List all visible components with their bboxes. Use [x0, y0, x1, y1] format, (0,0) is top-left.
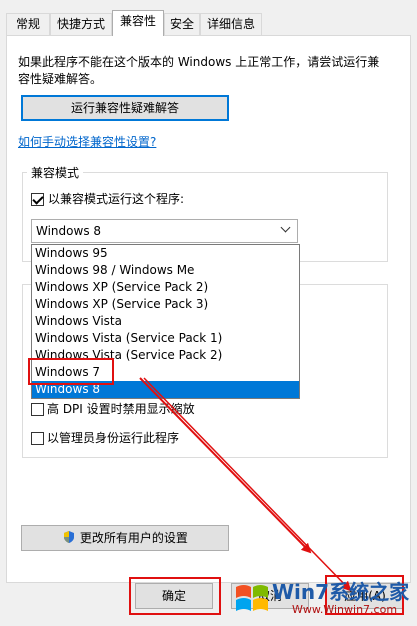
tab-label: 兼容性 — [119, 14, 156, 28]
dpi-scaling-checkbox[interactable] — [31, 403, 44, 416]
tab-label: 安全 — [169, 17, 194, 31]
dpi-checkbox-label: 高 DPI 设置时禁用显示缩放 — [47, 402, 195, 416]
tab-label: 快捷方式 — [56, 17, 105, 31]
watermark-url: Www.Winwin7.com — [292, 603, 398, 616]
change-all-users-button[interactable]: 更改所有用户的设置 — [21, 525, 229, 551]
run-troubleshooter-label: 运行兼容性疑难解答 — [70, 101, 179, 115]
dropdown-option[interactable]: Windows 98 / Windows Me — [32, 262, 299, 279]
watermark-logo: Win7系统之家 Www.Winwin7.com — [232, 573, 417, 626]
compat-mode-checkbox[interactable] — [31, 193, 44, 206]
dropdown-option[interactable]: Windows Vista — [32, 313, 299, 330]
windows-logo-icon — [236, 585, 268, 611]
ok-button[interactable]: 确定 — [135, 583, 213, 609]
uac-shield-icon — [64, 531, 75, 543]
intro-text-line2: 容性疑难解答。 — [18, 72, 103, 86]
manual-settings-link[interactable]: 如何手动选择兼容性设置? — [18, 133, 156, 151]
dropdown-option[interactable]: Windows 95 — [32, 245, 299, 262]
dropdown-option[interactable]: Windows Vista (Service Pack 2) — [32, 347, 299, 364]
watermark-brand: Win7系统之家 — [272, 580, 410, 604]
dropdown-option[interactable]: Windows XP (Service Pack 3) — [32, 296, 299, 313]
dropdown-option-selected[interactable]: Windows 8 — [32, 381, 299, 398]
tab-shortcut[interactable]: 快捷方式 — [50, 13, 112, 35]
chevron-down-icon — [280, 222, 291, 233]
intro-text-line1: 如果此程序不能在这个版本的 Windows 上正常工作，请尝试运行兼 — [18, 55, 380, 69]
tab-details[interactable]: 详细信息 — [200, 13, 262, 35]
os-dropdown-list[interactable]: Windows 95 Windows 98 / Windows Me Windo… — [31, 244, 300, 399]
tab-label: 常规 — [15, 17, 40, 31]
run-troubleshooter-button[interactable]: 运行兼容性疑难解答 — [21, 95, 229, 121]
tab-general[interactable]: 常规 — [6, 13, 50, 35]
dropdown-option[interactable]: Windows XP (Service Pack 2) — [32, 279, 299, 296]
ok-label: 确定 — [161, 589, 186, 603]
compat-group-title: 兼容模式 — [27, 164, 84, 181]
tab-label: 详细信息 — [206, 17, 255, 31]
tab-security[interactable]: 安全 — [164, 13, 200, 35]
compat-combo-value: Windows 8 — [36, 224, 102, 238]
dropdown-option[interactable]: Windows Vista (Service Pack 1) — [32, 330, 299, 347]
tab-compatibility[interactable]: 兼容性 — [112, 10, 164, 36]
compat-os-combo[interactable]: Windows 8 — [31, 219, 298, 243]
dropdown-option-windows-7[interactable]: Windows 7 — [32, 364, 299, 381]
admin-checkbox-label: 以管理员身份运行此程序 — [47, 431, 180, 445]
run-as-admin-checkbox[interactable] — [31, 432, 44, 445]
compat-checkbox-label: 以兼容模式运行这个程序: — [48, 192, 185, 206]
change-all-users-label: 更改所有用户的设置 — [79, 531, 188, 545]
